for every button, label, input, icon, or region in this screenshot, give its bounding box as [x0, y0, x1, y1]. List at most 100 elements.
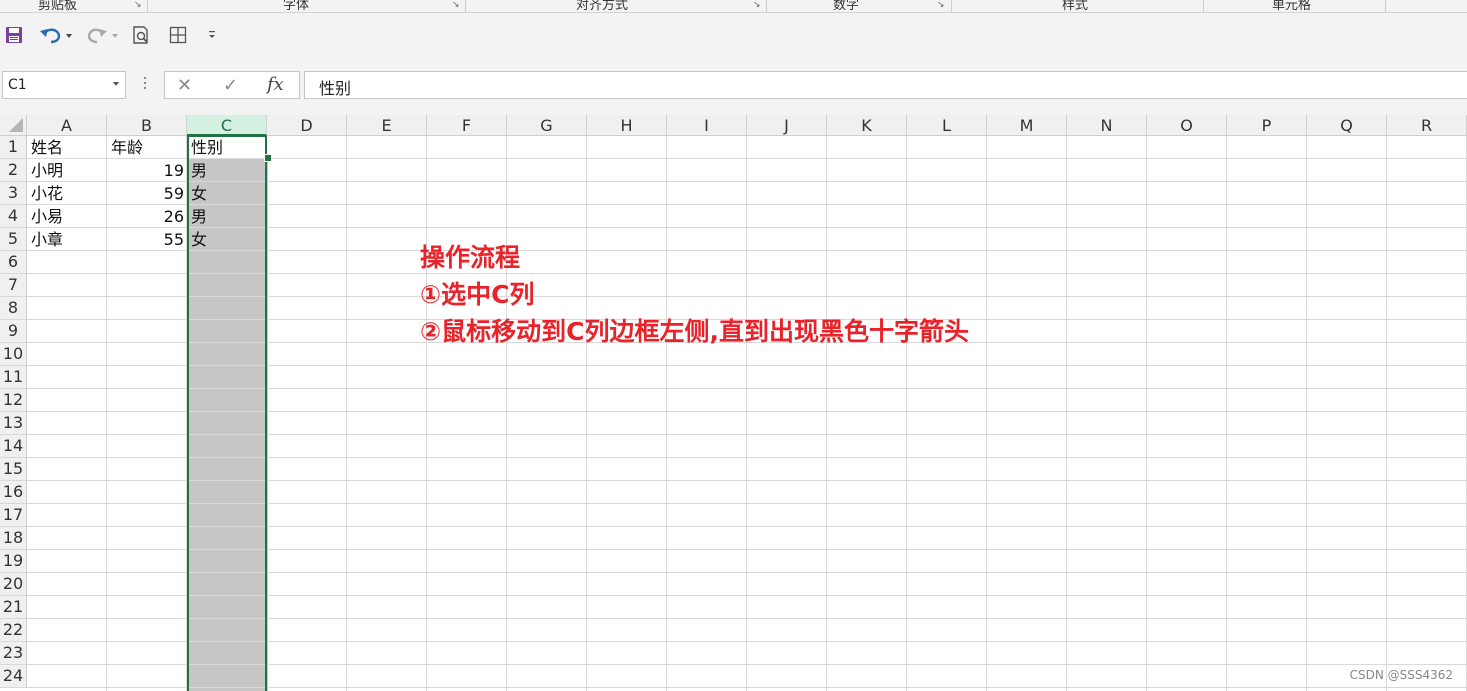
row-header-15[interactable]: 15 [0, 458, 27, 481]
cell-a5[interactable]: 小章 [31, 228, 104, 251]
row-header-6[interactable]: 6 [0, 251, 27, 274]
group-separator [951, 0, 952, 12]
gridline-vertical [1066, 136, 1067, 691]
cell-a3[interactable]: 小花 [31, 182, 104, 205]
formula-input[interactable]: 性别 [304, 71, 1467, 99]
annotation-title: 操作流程 [420, 243, 521, 272]
ribbon-group-alignment: 对齐方式 [576, 0, 629, 13]
customize-qat-button[interactable] [204, 25, 220, 45]
cell-b5[interactable]: 55 [111, 228, 184, 251]
column-header-b[interactable]: B [107, 115, 187, 136]
row-header-18[interactable]: 18 [0, 527, 27, 550]
column-header-k[interactable]: K [827, 115, 907, 136]
name-box[interactable]: C1 [2, 71, 126, 99]
row-header-17[interactable]: 17 [0, 504, 27, 527]
row-header-23[interactable]: 23 [0, 642, 27, 665]
row-header-5[interactable]: 5 [0, 228, 27, 251]
row-header-2[interactable]: 2 [0, 159, 27, 182]
row-header-7[interactable]: 7 [0, 274, 27, 297]
cell-b3[interactable]: 59 [111, 182, 184, 205]
number-launcher-icon[interactable]: ↘ [937, 0, 945, 10]
row-header-12[interactable]: 12 [0, 389, 27, 412]
gridline-vertical [1386, 136, 1387, 691]
cell-b4[interactable]: 26 [111, 205, 184, 228]
gridline-vertical [666, 136, 667, 691]
column-header-h[interactable]: H [587, 115, 667, 136]
column-header-m[interactable]: M [987, 115, 1067, 136]
enter-icon[interactable]: ✓ [223, 75, 238, 96]
redo-icon [87, 28, 118, 44]
save-button[interactable] [4, 25, 24, 45]
undo-button[interactable] [38, 23, 74, 47]
print-preview-button[interactable] [130, 23, 152, 47]
insert-function-icon[interactable]: fx [267, 74, 284, 95]
ribbon-group-cells: 单元格 [1272, 0, 1312, 13]
column-header-e[interactable]: E [347, 115, 427, 136]
fill-handle[interactable] [264, 154, 272, 162]
formula-buttons: ✕ ✓ fx [164, 71, 300, 99]
ribbon-group-clipboard: 剪贴板 [38, 0, 78, 13]
column-header-i[interactable]: I [667, 115, 747, 136]
cell-a4[interactable]: 小易 [31, 205, 104, 228]
borders-button[interactable] [167, 23, 189, 47]
cell-a2[interactable]: 小明 [31, 159, 104, 182]
row-header-3[interactable]: 3 [0, 182, 27, 205]
watermark: CSDN @SSS4362 [1349, 668, 1453, 682]
column-header-f[interactable]: F [427, 115, 507, 136]
column-header-j[interactable]: J [747, 115, 827, 136]
alignment-launcher-icon[interactable]: ↘ [753, 0, 761, 10]
gridline-vertical [826, 136, 827, 691]
column-header-q[interactable]: Q [1307, 115, 1387, 136]
gridline-vertical [106, 136, 107, 691]
column-header-l[interactable]: L [907, 115, 987, 136]
row-header-19[interactable]: 19 [0, 550, 27, 573]
name-box-value: C1 [8, 77, 27, 93]
gridline-vertical [1306, 136, 1307, 691]
row-header-4[interactable]: 4 [0, 205, 27, 228]
name-box-dropdown-icon[interactable] [113, 82, 119, 86]
row-header-1[interactable]: 1 [0, 136, 27, 159]
row-header-22[interactable]: 22 [0, 619, 27, 642]
gridline-vertical [426, 136, 427, 691]
group-separator [465, 0, 466, 12]
select-all-button[interactable] [0, 115, 27, 136]
row-header-24[interactable]: 24 [0, 665, 27, 688]
row-header-21[interactable]: 21 [0, 596, 27, 619]
column-header-n[interactable]: N [1067, 115, 1147, 136]
customize-qat-icon [209, 31, 215, 38]
cell-b2[interactable]: 19 [111, 159, 184, 182]
column-selection-border[interactable] [187, 136, 267, 691]
gridline-vertical [906, 136, 907, 691]
row-header-8[interactable]: 8 [0, 297, 27, 320]
borders-icon [169, 26, 187, 44]
gridline-vertical [586, 136, 587, 691]
column-header-d[interactable]: D [267, 115, 347, 136]
worksheet-grid[interactable]: A B C D E F G H I J K L M N O P Q R 1 2 3 4 5 6 7 8 9 10 11 12 13 14 15 1… [0, 115, 1467, 691]
ribbon-group-labels: 剪贴板 ↘ 字体 ↘ 对齐方式 ↘ 数字 ↘ 样式 单元格 [0, 0, 1467, 13]
row-header-13[interactable]: 13 [0, 412, 27, 435]
cancel-icon[interactable]: ✕ [177, 75, 192, 96]
row-header-11[interactable]: 11 [0, 366, 27, 389]
group-separator [766, 0, 767, 12]
row-header-9[interactable]: 9 [0, 320, 27, 343]
column-header-c[interactable]: C [187, 115, 267, 136]
formula-content: 性别 [319, 79, 352, 98]
font-launcher-icon[interactable]: ↘ [452, 0, 460, 10]
row-header-20[interactable]: 20 [0, 573, 27, 596]
column-header-p[interactable]: P [1227, 115, 1307, 136]
cell-a1[interactable]: 姓名 [31, 136, 104, 159]
cell-b1[interactable]: 年龄 [111, 136, 184, 159]
clipboard-launcher-icon[interactable]: ↘ [134, 0, 142, 10]
row-header-10[interactable]: 10 [0, 343, 27, 366]
gridline-vertical [1226, 136, 1227, 691]
column-header-o[interactable]: O [1147, 115, 1227, 136]
gridline-vertical [1146, 136, 1147, 691]
column-header-a[interactable]: A [27, 115, 107, 136]
redo-button[interactable] [84, 23, 120, 47]
formula-bar-grip-icon[interactable] [144, 77, 147, 92]
column-header-r[interactable]: R [1387, 115, 1467, 136]
row-header-16[interactable]: 16 [0, 481, 27, 504]
row-header-14[interactable]: 14 [0, 435, 27, 458]
column-header-g[interactable]: G [507, 115, 587, 136]
annotation-step-1: ①选中C列 [420, 280, 535, 309]
